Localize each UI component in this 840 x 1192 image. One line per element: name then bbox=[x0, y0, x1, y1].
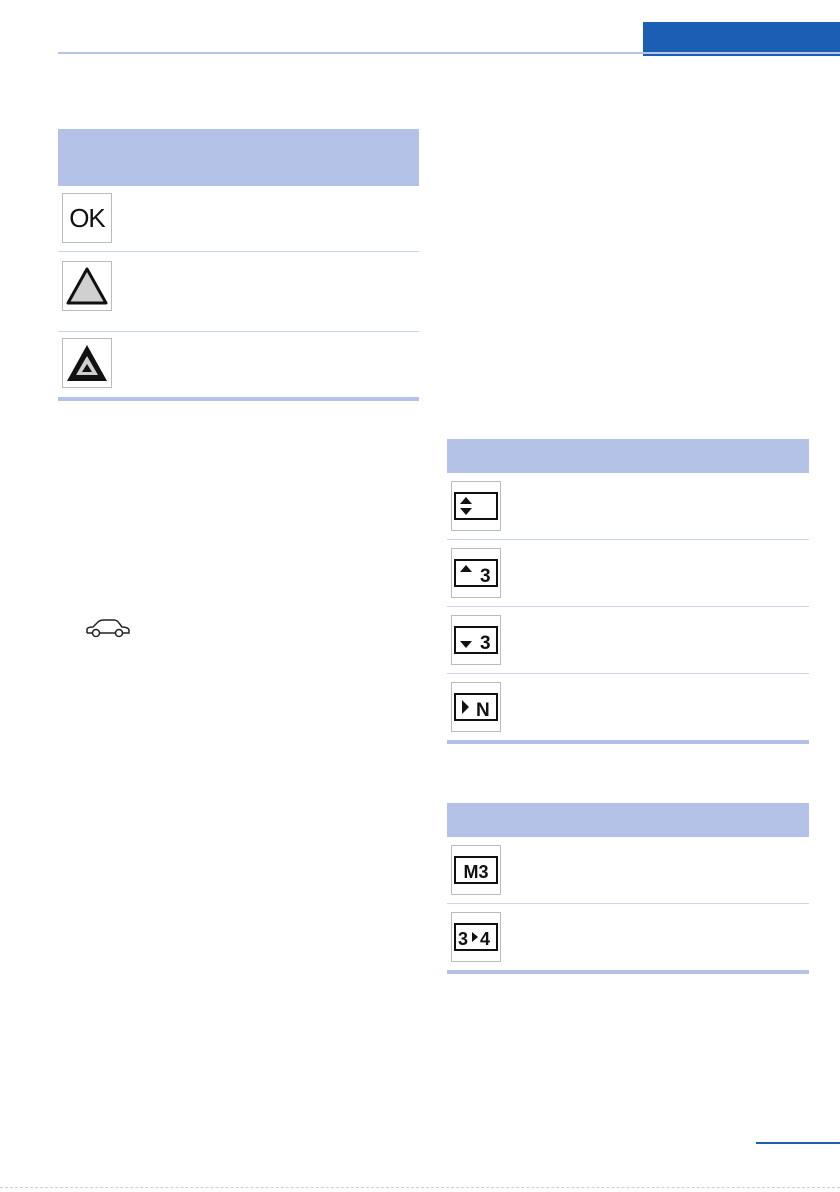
table-row bbox=[58, 332, 419, 397]
gear-shift-table: 3 3 N bbox=[447, 439, 809, 744]
gear-from-label: 3 bbox=[458, 929, 468, 949]
warning-triangle-grey-icon bbox=[62, 261, 112, 311]
shift-3-to-4-icon: 3 4 bbox=[451, 912, 501, 962]
gear-to-label: 4 bbox=[480, 929, 490, 949]
shift-up-down-icon bbox=[451, 481, 501, 531]
car-icon bbox=[84, 618, 132, 645]
table-row: 3 4 bbox=[447, 904, 809, 970]
chapter-tab bbox=[643, 22, 840, 56]
table-row: 3 bbox=[447, 607, 809, 674]
table-row: OK bbox=[58, 186, 419, 252]
table-header bbox=[58, 129, 419, 186]
neutral-N-icon: N bbox=[451, 682, 501, 732]
ok-symbol-icon: OK bbox=[62, 193, 112, 243]
gear-number-label: 3 bbox=[480, 633, 491, 654]
gear-display-table: M3 3 4 bbox=[447, 803, 809, 974]
upshift-3-icon: 3 bbox=[451, 548, 501, 598]
downshift-3-icon: 3 bbox=[451, 615, 501, 665]
status-symbol-table: OK bbox=[58, 129, 419, 401]
footer-rule bbox=[756, 1142, 840, 1144]
table-row: 3 bbox=[447, 540, 809, 607]
gear-letter-label: N bbox=[476, 700, 490, 721]
table-row: N bbox=[447, 674, 809, 740]
header-rule bbox=[58, 52, 840, 54]
gear-number-label: 3 bbox=[480, 566, 491, 587]
table-row bbox=[447, 473, 809, 540]
table-header bbox=[447, 803, 809, 837]
manual-M3-icon: M3 bbox=[451, 845, 501, 895]
table-row bbox=[58, 252, 419, 332]
table-header bbox=[447, 439, 809, 473]
table-end-bar bbox=[447, 740, 809, 744]
table-end-bar bbox=[447, 970, 809, 974]
gear-mode-label: M3 bbox=[463, 862, 488, 882]
table-row: M3 bbox=[447, 837, 809, 904]
page-edge-dashed-line bbox=[0, 1187, 840, 1188]
table-end-bar bbox=[58, 397, 419, 401]
warning-triangle-black-icon bbox=[62, 338, 112, 388]
